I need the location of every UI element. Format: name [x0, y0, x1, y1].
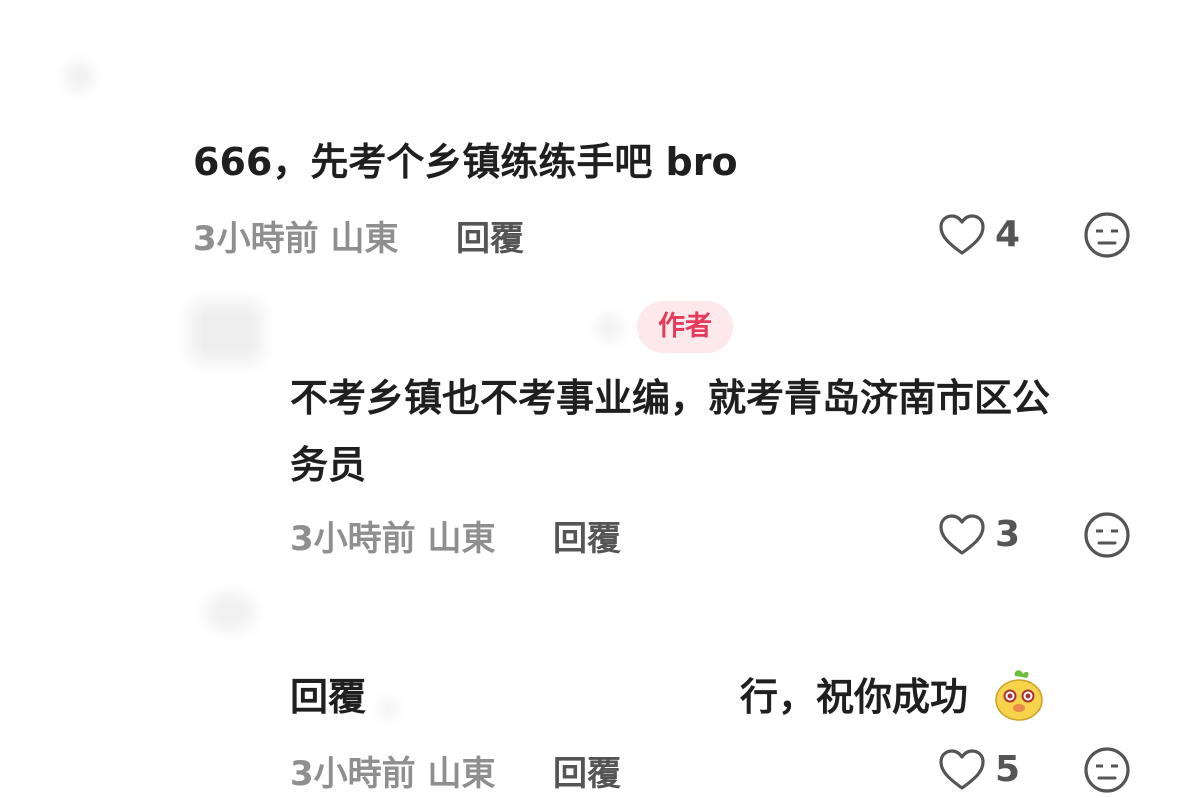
like-count: 5 [995, 749, 1021, 790]
comment-meta: 3小時前 山東 [290, 519, 496, 559]
unamused-face-icon[interactable] [1083, 746, 1131, 794]
comment-text: 行，祝你成功 [740, 675, 969, 719]
blurred-username [380, 700, 398, 718]
author-badge: 作者 [637, 301, 733, 353]
like-count: 3 [995, 514, 1021, 555]
comment-meta: 3小時前 山東 [290, 754, 496, 794]
comment-text: 666，先考个乡镇练练手吧 bro [193, 140, 738, 184]
reply-prefix: 回覆 [290, 675, 367, 719]
blurred-avatar [205, 592, 255, 632]
unamused-face-icon[interactable] [1083, 211, 1131, 259]
reply-button[interactable]: 回覆 [553, 511, 621, 560]
unamused-face-icon[interactable] [1083, 511, 1131, 559]
reply-button[interactable]: 回覆 [553, 746, 621, 795]
reply-button[interactable]: 回覆 [456, 211, 524, 260]
heart-outline-icon[interactable] [938, 748, 986, 792]
like-count: 4 [995, 214, 1021, 255]
comment-text: 务员 [290, 443, 367, 487]
blurred-avatar [190, 302, 262, 362]
heart-outline-icon[interactable] [938, 213, 986, 257]
comment-text: 不考乡镇也不考事业编，就考青岛济南市区公 [290, 376, 1051, 420]
heart-outline-icon[interactable] [938, 513, 986, 557]
blurred-avatar [64, 62, 94, 92]
blurred-username [596, 315, 622, 341]
comment-meta: 3小時前 山東 [193, 219, 399, 259]
mascot-sticker-icon [995, 670, 1043, 721]
